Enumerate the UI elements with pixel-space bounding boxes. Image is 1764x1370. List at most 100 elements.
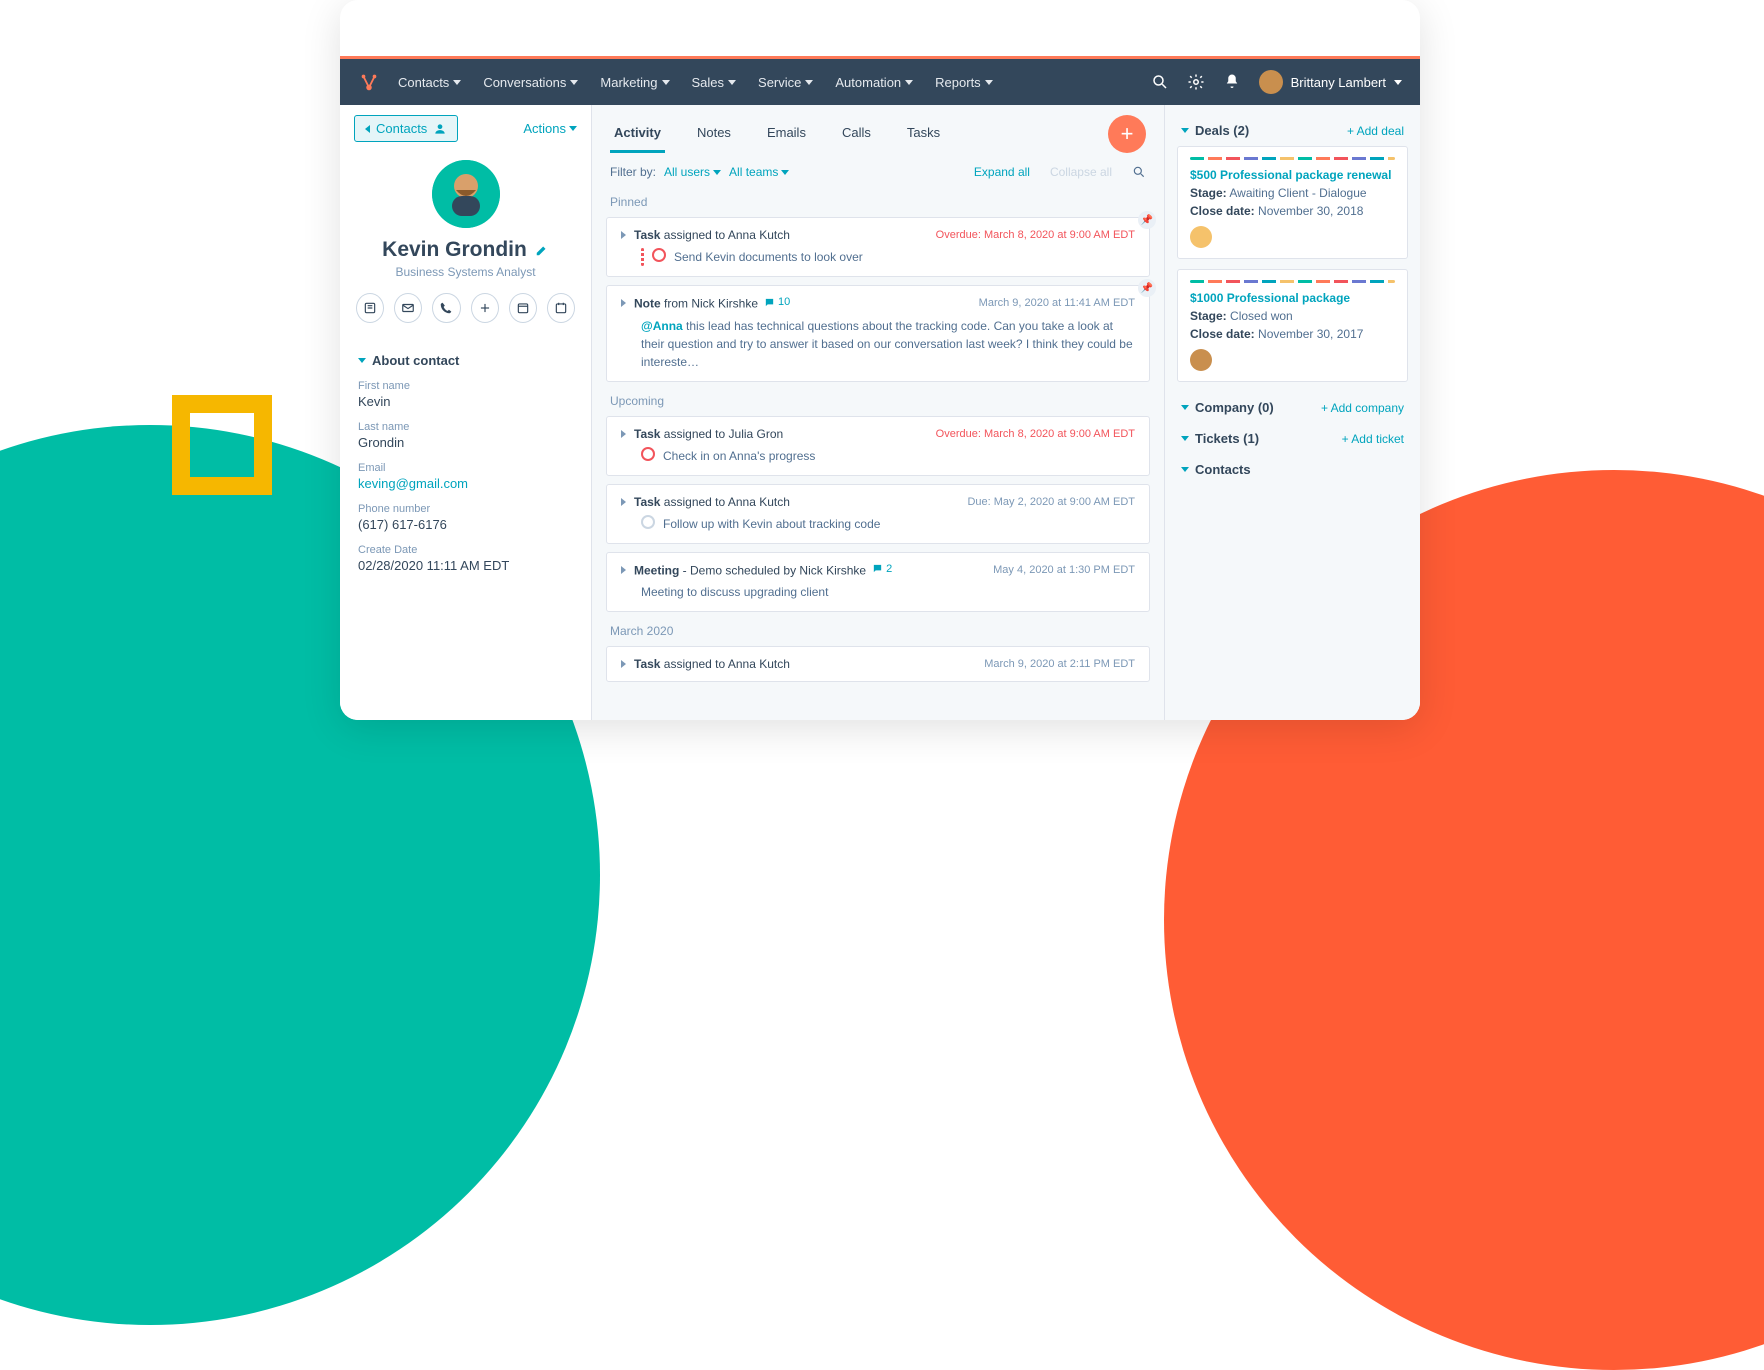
card-timestamp: Overdue: March 8, 2020 at 9:00 AM EDT (936, 229, 1135, 241)
mention-link[interactable]: @Anna (641, 319, 683, 333)
expand-card-icon[interactable] (621, 231, 626, 239)
comment-count-badge[interactable]: 10 (764, 296, 790, 308)
panel-label: Tickets (1) (1195, 431, 1259, 446)
deals-panel-toggle[interactable]: Deals (2) + Add deal (1177, 115, 1408, 146)
chevron-down-icon (358, 358, 366, 363)
filter-teams-label: All teams (729, 165, 778, 179)
field-phone[interactable]: Phone number (617) 617-6176 (358, 503, 573, 532)
task-button[interactable] (509, 293, 537, 323)
search-icon[interactable] (1151, 73, 1169, 91)
activity-card[interactable]: Task assigned to Anna Kutch Due: May 2, … (606, 484, 1150, 544)
contacts-panel-toggle[interactable]: Contacts (1177, 454, 1408, 485)
actions-dropdown[interactable]: Actions (523, 121, 577, 136)
tab-calls[interactable]: Calls (838, 115, 875, 153)
back-to-contacts-button[interactable]: Contacts (354, 115, 458, 142)
task-status-icon[interactable] (641, 515, 655, 529)
deal-title[interactable]: $500 Professional package renewal (1190, 168, 1395, 182)
comment-count-badge[interactable]: 2 (872, 563, 892, 575)
filter-teams-dropdown[interactable]: All teams (729, 165, 789, 179)
expand-card-icon[interactable] (621, 299, 626, 307)
contact-sidebar: Contacts Actions Kevin Grondin (340, 105, 592, 720)
expand-all-button[interactable]: Expand all (974, 165, 1030, 179)
pin-icon[interactable]: 📌 (1138, 211, 1156, 229)
expand-card-icon[interactable] (621, 660, 626, 668)
bell-icon[interactable] (1223, 73, 1241, 91)
deal-card[interactable]: $1000 Professional package Stage: Closed… (1177, 269, 1408, 382)
back-label: Contacts (376, 121, 427, 136)
deal-stage-indicator (1190, 157, 1395, 160)
background-yellow-square (172, 395, 272, 495)
expand-card-icon[interactable] (621, 498, 626, 506)
card-title: Task assigned to Anna Kutch (634, 657, 976, 671)
call-button[interactable] (432, 293, 460, 323)
deal-owner-avatar[interactable] (1190, 226, 1212, 248)
nav-label: Automation (835, 75, 901, 90)
email-button[interactable] (394, 293, 422, 323)
expand-card-icon[interactable] (621, 430, 626, 438)
nav-automation[interactable]: Automation (835, 75, 913, 90)
card-title: Task assigned to Anna Kutch (634, 495, 959, 509)
nav-conversations[interactable]: Conversations (483, 75, 578, 90)
search-activities-icon[interactable] (1132, 165, 1146, 179)
card-timestamp: March 9, 2020 at 2:11 PM EDT (984, 658, 1135, 670)
card-timestamp: May 4, 2020 at 1:30 PM EDT (993, 564, 1135, 576)
section-pinned-label: Pinned (592, 191, 1164, 217)
field-label: Last name (358, 421, 573, 433)
add-ticket-button[interactable]: + Add ticket (1342, 432, 1404, 446)
hubspot-logo-icon[interactable] (358, 71, 380, 93)
nav-contacts[interactable]: Contacts (398, 75, 461, 90)
expand-card-icon[interactable] (621, 566, 626, 574)
contact-avatar[interactable] (432, 160, 500, 228)
field-create-date[interactable]: Create Date 02/28/2020 11:11 AM EDT (358, 544, 573, 573)
panel-label: Deals (2) (1195, 123, 1249, 138)
deal-title[interactable]: $1000 Professional package (1190, 291, 1395, 305)
pin-icon[interactable]: 📌 (1138, 279, 1156, 297)
gear-icon[interactable] (1187, 73, 1205, 91)
deal-owner-avatar[interactable] (1190, 349, 1212, 371)
add-deal-button[interactable]: + Add deal (1347, 124, 1404, 138)
field-first-name[interactable]: First name Kevin (358, 380, 573, 409)
nav-marketing[interactable]: Marketing (600, 75, 669, 90)
activity-card[interactable]: 📌 Note from Nick Kirshke10 March 9, 2020… (606, 285, 1150, 382)
field-value: Kevin (358, 394, 573, 409)
nav-label: Conversations (483, 75, 566, 90)
add-activity-button[interactable]: + (1108, 115, 1146, 153)
tab-emails[interactable]: Emails (763, 115, 810, 153)
tab-activity[interactable]: Activity (610, 115, 665, 153)
meeting-button[interactable] (547, 293, 575, 323)
nav-label: Sales (692, 75, 725, 90)
field-email[interactable]: Email keving@gmail.com (358, 462, 573, 491)
edit-name-button[interactable] (535, 243, 549, 257)
activity-card[interactable]: 📌 Task assigned to Anna Kutch Overdue: M… (606, 217, 1150, 277)
card-title: Meeting - Demo scheduled by Nick Kirshke… (634, 563, 985, 578)
nav-label: Service (758, 75, 801, 90)
filter-label: Filter by: (610, 165, 656, 179)
filter-users-dropdown[interactable]: All users (664, 165, 721, 179)
field-last-name[interactable]: Last name Grondin (358, 421, 573, 450)
nav-service[interactable]: Service (758, 75, 813, 90)
note-button[interactable] (356, 293, 384, 323)
activity-card[interactable]: Task assigned to Anna Kutch March 9, 202… (606, 646, 1150, 682)
user-menu[interactable]: Brittany Lambert (1259, 70, 1402, 94)
task-status-icon[interactable] (652, 248, 666, 262)
activity-card[interactable]: Task assigned to Julia Gron Overdue: Mar… (606, 416, 1150, 476)
deal-card[interactable]: $500 Professional package renewal Stage:… (1177, 146, 1408, 259)
nav-sales[interactable]: Sales (692, 75, 737, 90)
card-body-text: Meeting to discuss upgrading client (641, 583, 828, 601)
tab-notes[interactable]: Notes (693, 115, 735, 153)
task-status-icon[interactable] (641, 447, 655, 461)
deal-stage: Stage: Closed won (1190, 309, 1395, 323)
contact-name: Kevin Grondin (382, 238, 527, 262)
chevron-down-icon (1394, 80, 1402, 85)
deal-close-date: Close date: November 30, 2018 (1190, 204, 1395, 218)
tab-tasks[interactable]: Tasks (903, 115, 944, 153)
tickets-panel-toggle[interactable]: Tickets (1) + Add ticket (1177, 423, 1408, 454)
field-value: Grondin (358, 435, 573, 450)
about-contact-toggle[interactable]: About contact (358, 353, 573, 368)
add-company-button[interactable]: + Add company (1321, 401, 1404, 415)
activity-card[interactable]: Meeting - Demo scheduled by Nick Kirshke… (606, 552, 1150, 613)
nav-reports[interactable]: Reports (935, 75, 993, 90)
company-panel-toggle[interactable]: Company (0) + Add company (1177, 392, 1408, 423)
chevron-down-icon (728, 80, 736, 85)
log-button[interactable] (471, 293, 499, 323)
